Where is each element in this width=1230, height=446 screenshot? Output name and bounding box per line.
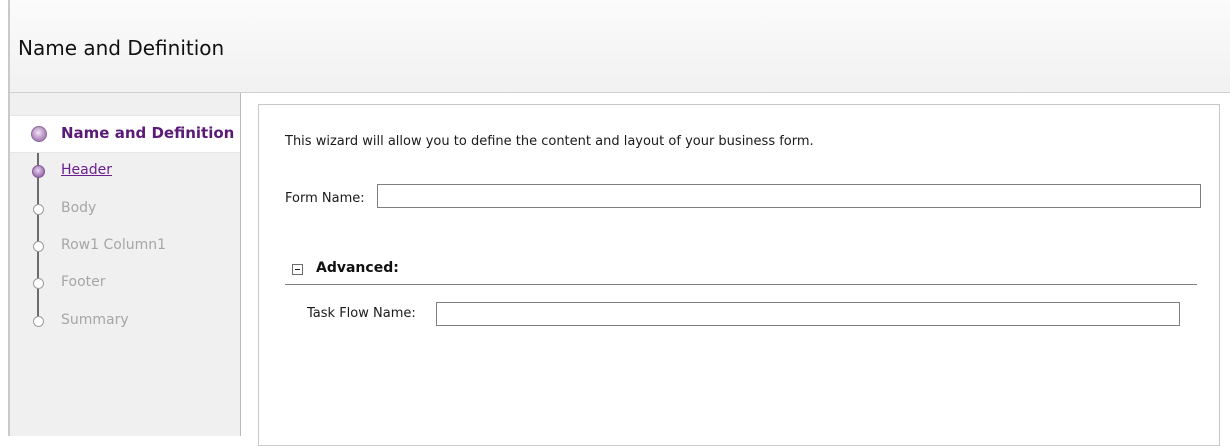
collapse-icon[interactable] [292, 264, 303, 275]
form-name-input[interactable] [377, 184, 1201, 208]
train-step-name-and-definition[interactable]: Name and Definition [10, 115, 240, 153]
page-title: Name and Definition [18, 36, 225, 60]
task-flow-name-label: Task Flow Name: [307, 306, 416, 321]
step-unvisited-icon [33, 278, 44, 289]
train-step-row1-column1: Row1 Column1 [10, 228, 240, 264]
train-step-label: Name and Definition [61, 124, 235, 142]
train-step-label: Body [61, 200, 97, 216]
step-unvisited-icon [33, 316, 44, 327]
main-panel: This wizard will allow you to define the… [258, 104, 1220, 446]
train-step-body: Body [10, 191, 240, 227]
train-step-footer: Footer [10, 265, 240, 301]
form-name-label: Form Name: [285, 191, 365, 206]
section-divider [285, 284, 1197, 285]
step-unvisited-icon [33, 241, 44, 252]
task-flow-name-input[interactable] [436, 302, 1180, 326]
train-step-summary: Summary [10, 303, 240, 339]
step-unvisited-icon [33, 204, 44, 215]
page-header: Name and Definition [10, 0, 1230, 93]
train-step-header[interactable]: Header [10, 153, 240, 189]
train-step-label: Header [61, 162, 112, 178]
train-step-label: Row1 Column1 [61, 237, 166, 253]
train-step-label: Summary [61, 312, 129, 328]
train-step-label: Footer [61, 274, 106, 290]
step-visited-icon [32, 165, 45, 178]
intro-text: This wizard will allow you to define the… [285, 134, 814, 149]
advanced-section-title: Advanced: [316, 260, 399, 276]
step-current-icon [31, 126, 47, 142]
wizard-train: Name and Definition Header Body Row1 Col… [10, 93, 241, 436]
